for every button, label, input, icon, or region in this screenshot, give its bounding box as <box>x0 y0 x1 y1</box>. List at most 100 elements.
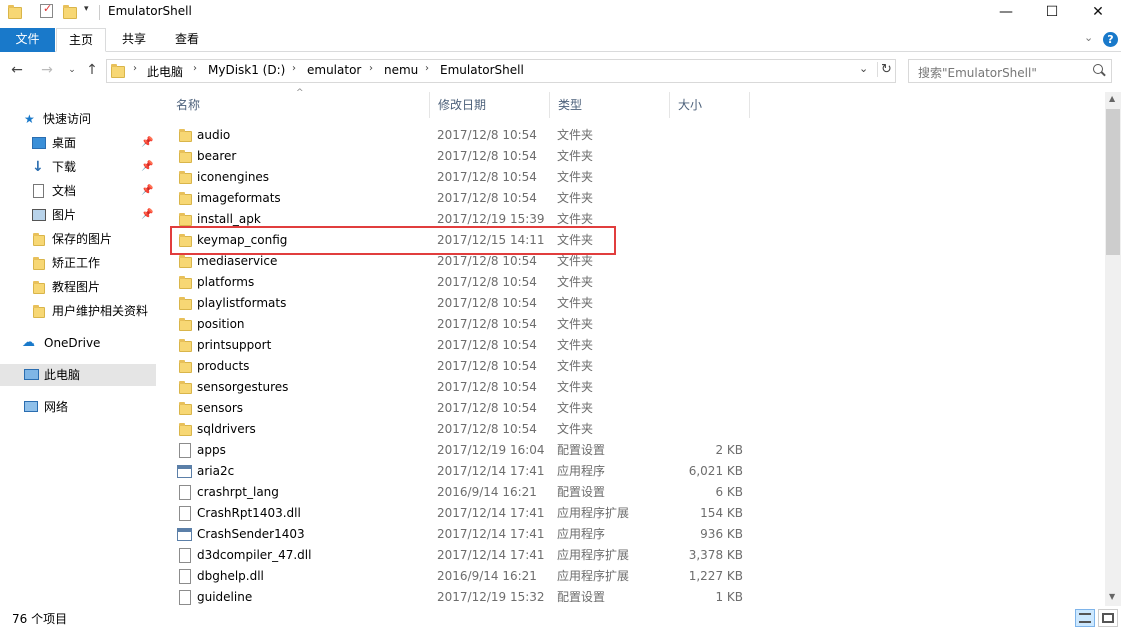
folder-icon <box>179 319 192 331</box>
breadcrumb-nemu[interactable]: nemu <box>384 63 418 77</box>
expand-ribbon-icon[interactable]: ⌄ <box>1084 31 1093 44</box>
forward-arrow-icon[interactable]: → <box>38 61 56 81</box>
file-row[interactable]: bearer2017/12/8 10:54文件夹 <box>168 146 768 167</box>
sidebar-item-saved-pictures[interactable]: 保存的图片 <box>0 228 156 250</box>
sidebar-item-onedrive[interactable]: ☁ OneDrive <box>0 332 156 354</box>
file-row[interactable]: products2017/12/8 10:54文件夹 <box>168 356 768 377</box>
file-row[interactable]: position2017/12/8 10:54文件夹 <box>168 314 768 335</box>
sidebar-item-label: 快速访问 <box>43 108 91 130</box>
file-name: sensors <box>197 398 243 419</box>
folder-icon <box>179 277 192 289</box>
sidebar-item-tutorial-pictures[interactable]: 教程图片 <box>0 276 156 298</box>
chevron-right-icon[interactable]: › <box>369 63 373 74</box>
quick-access-toolbar-dropdown-icon[interactable]: ▾ <box>84 4 89 14</box>
up-arrow-icon[interactable]: ↑ <box>83 61 101 81</box>
sidebar-item-pictures[interactable]: 图片 📌 <box>0 204 156 226</box>
properties-icon[interactable]: ✓ <box>40 4 53 18</box>
sidebar-item-this-pc[interactable]: 此电脑 <box>0 364 156 386</box>
address-bar-row: ← → ⌄ ↑ › 此电脑 › MyDisk1 (D:) › emulator … <box>0 56 1121 86</box>
sidebar-item-network[interactable]: 网络 <box>0 396 156 418</box>
file-name: crashrpt_lang <box>197 482 279 503</box>
chevron-right-icon[interactable]: › <box>425 63 429 74</box>
tab-home[interactable]: 主页 <box>56 28 106 52</box>
large-icons-view-icon[interactable] <box>1098 609 1118 627</box>
file-type: 文件夹 <box>557 125 593 146</box>
file-row[interactable]: platforms2017/12/8 10:54文件夹 <box>168 272 768 293</box>
file-row[interactable]: apps2017/12/19 16:04配置设置2 KB <box>168 440 768 461</box>
breadcrumb-mydisk1[interactable]: MyDisk1 (D:) <box>208 63 285 77</box>
file-name: sqldrivers <box>197 419 256 440</box>
file-row[interactable]: audio2017/12/8 10:54文件夹 <box>168 125 768 146</box>
file-name: dbghelp.dll <box>197 566 264 587</box>
search-input[interactable]: 搜索"EmulatorShell" <box>908 59 1112 83</box>
file-type: 配置设置 <box>557 587 605 608</box>
file-row[interactable]: imageformats2017/12/8 10:54文件夹 <box>168 188 768 209</box>
breadcrumb-emulator[interactable]: emulator <box>307 63 361 77</box>
help-icon[interactable]: ? <box>1103 32 1118 47</box>
refresh-icon[interactable]: ↻ <box>877 62 892 77</box>
tab-share[interactable]: 共享 <box>109 28 159 52</box>
file-date: 2017/12/8 10:54 <box>437 167 537 188</box>
file-row[interactable]: sensors2017/12/8 10:54文件夹 <box>168 398 768 419</box>
file-row[interactable]: aria2c2017/12/14 17:41应用程序6,021 KB <box>168 461 768 482</box>
file-type: 文件夹 <box>557 314 593 335</box>
file-type: 文件夹 <box>557 167 593 188</box>
file-row[interactable]: sensorgestures2017/12/8 10:54文件夹 <box>168 377 768 398</box>
breadcrumb-emulatorshell[interactable]: EmulatorShell <box>440 63 524 77</box>
column-header-type[interactable]: 类型 <box>550 92 670 118</box>
sidebar-item-desktop[interactable]: 桌面 📌 <box>0 132 156 154</box>
back-arrow-icon[interactable]: ← <box>8 61 26 81</box>
scroll-thumb[interactable] <box>1106 109 1120 255</box>
file-row[interactable]: printsupport2017/12/8 10:54文件夹 <box>168 335 768 356</box>
chevron-right-icon[interactable]: › <box>292 63 296 74</box>
file-type: 文件夹 <box>557 398 593 419</box>
file-date: 2017/12/14 17:41 <box>437 545 545 566</box>
dll-file-icon <box>179 569 191 584</box>
column-header-size[interactable]: 大小 <box>670 92 750 118</box>
file-date: 2017/12/8 10:54 <box>437 188 537 209</box>
chevron-right-icon[interactable]: › <box>133 63 137 74</box>
file-row[interactable]: d3dcompiler_47.dll2017/12/14 17:41应用程序扩展… <box>168 545 768 566</box>
recent-locations-chevron-icon[interactable]: ⌄ <box>63 61 81 81</box>
tab-view[interactable]: 查看 <box>162 28 212 52</box>
sidebar-item-label: 下载 <box>52 156 76 178</box>
file-name: CrashSender1403 <box>197 524 305 545</box>
file-type: 文件夹 <box>557 188 593 209</box>
tab-file[interactable]: 文件 <box>0 28 55 52</box>
file-date: 2016/9/14 16:21 <box>437 566 537 587</box>
new-folder-icon[interactable] <box>63 5 77 19</box>
file-type: 文件夹 <box>557 377 593 398</box>
sidebar-item-correction-work[interactable]: 矫正工作 <box>0 252 156 274</box>
sidebar-item-downloads[interactable]: ↓ 下载 📌 <box>0 156 156 178</box>
file-row[interactable]: dbghelp.dll2016/9/14 16:21应用程序扩展1,227 KB <box>168 566 768 587</box>
file-row[interactable]: sqldrivers2017/12/8 10:54文件夹 <box>168 419 768 440</box>
search-icon[interactable] <box>1093 64 1103 74</box>
minimize-button[interactable]: — <box>983 0 1029 26</box>
file-row[interactable]: crashrpt_lang2016/9/14 16:21配置设置6 KB <box>168 482 768 503</box>
sidebar-item-quick-access[interactable]: ★ 快速访问 <box>0 108 156 130</box>
folder-icon <box>179 193 192 205</box>
sidebar-item-label: 文档 <box>52 180 76 202</box>
file-row[interactable]: guideline2017/12/19 15:32配置设置1 KB <box>168 587 768 608</box>
vertical-scrollbar[interactable]: ▲ ▼ <box>1105 92 1121 606</box>
file-row[interactable]: CrashRpt1403.dll2017/12/14 17:41应用程序扩展15… <box>168 503 768 524</box>
file-row[interactable]: playlistformats2017/12/8 10:54文件夹 <box>168 293 768 314</box>
file-type: 应用程序扩展 <box>557 545 629 566</box>
column-header-date[interactable]: 修改日期 <box>430 92 550 118</box>
sidebar-item-user-maintenance-docs[interactable]: 用户维护相关资料 <box>0 300 156 322</box>
chevron-right-icon[interactable]: › <box>193 63 197 74</box>
maximize-button[interactable]: ☐ <box>1029 0 1075 26</box>
address-box[interactable]: › 此电脑 › MyDisk1 (D:) › emulator › nemu ›… <box>106 59 896 83</box>
details-view-icon[interactable] <box>1075 609 1095 627</box>
scroll-up-icon[interactable]: ▲ <box>1109 94 1115 103</box>
scroll-down-icon[interactable]: ▼ <box>1109 592 1115 601</box>
breadcrumb-this-pc[interactable]: 此电脑 <box>147 63 183 80</box>
address-dropdown-icon[interactable]: ⌄ <box>859 62 868 75</box>
sidebar-item-documents[interactable]: 文档 📌 <box>0 180 156 202</box>
file-row[interactable]: iconengines2017/12/8 10:54文件夹 <box>168 167 768 188</box>
file-row[interactable]: CrashSender14032017/12/14 17:41应用程序936 K… <box>168 524 768 545</box>
folder-icon <box>179 151 192 163</box>
close-button[interactable]: ✕ <box>1075 0 1121 26</box>
star-icon: ★ <box>24 108 35 130</box>
column-header-name[interactable]: 名称 <box>168 92 430 118</box>
